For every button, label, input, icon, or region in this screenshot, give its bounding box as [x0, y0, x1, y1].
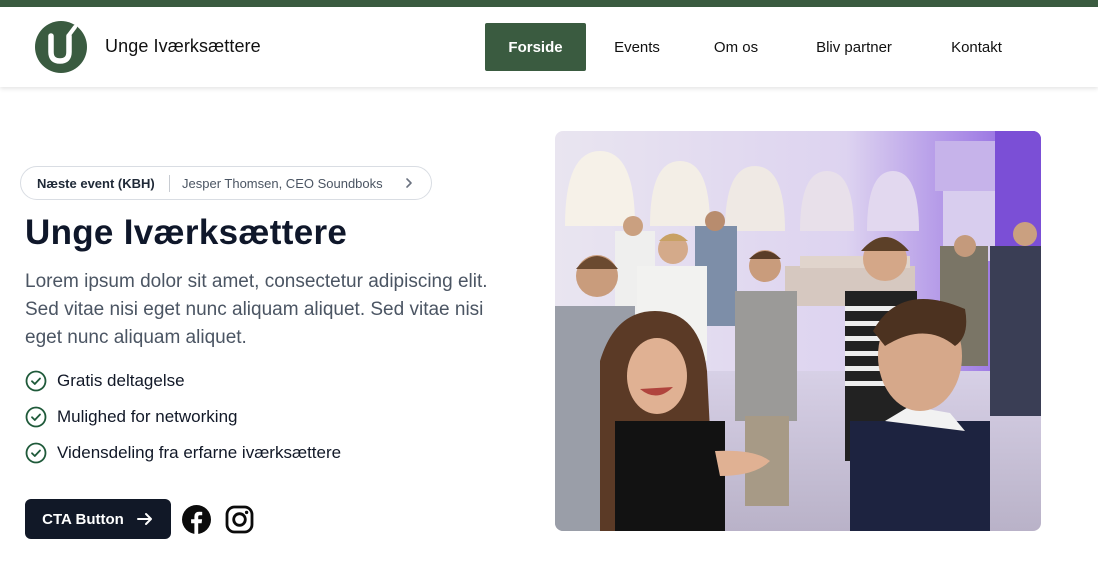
next-event-speaker: Jesper Thomsen, CEO Soundboks [182, 176, 383, 191]
logo-mark-icon [48, 25, 77, 64]
nav-item-om-os[interactable]: Om os [696, 23, 776, 71]
logo[interactable] [35, 21, 87, 73]
next-event-pill[interactable]: Næste event (KBH) Jesper Thomsen, CEO So… [20, 166, 432, 200]
cta-label: CTA Button [42, 510, 124, 528]
feature-label: Vidensdeling fra erfarne iværksættere [57, 443, 342, 462]
brand-name[interactable]: Unge Iværksættere [105, 36, 261, 57]
hero-lead: Lorem ipsum dolor sit amet, consectetur … [25, 271, 488, 348]
nav-item-forside[interactable]: Forside [485, 23, 586, 71]
nav-item-events[interactable]: Events [598, 23, 676, 71]
pill-divider [169, 175, 170, 192]
check-circle-icon [25, 406, 47, 428]
feature-item: Mulighed for networking [25, 406, 237, 428]
chevron-right-icon [406, 178, 412, 188]
hero-event-photo [555, 131, 1041, 531]
feature-label: Gratis deltagelse [57, 371, 185, 390]
nav-item-bliv-partner[interactable]: Bliv partner [796, 23, 912, 71]
check-circle-icon [25, 442, 47, 464]
arrow-right-icon [136, 513, 152, 525]
feature-label: Mulighed for networking [57, 407, 238, 426]
facebook-icon[interactable] [182, 505, 211, 534]
instagram-icon[interactable] [225, 505, 254, 534]
top-accent-bar [0, 0, 1098, 7]
hero-title: Unge Iværksættere [25, 213, 348, 252]
cta-button[interactable]: CTA Button [25, 499, 171, 539]
feature-item: Vidensdeling fra erfarne iværksættere [25, 442, 341, 464]
next-event-tag: Næste event (KBH) [37, 176, 155, 191]
nav-item-kontakt[interactable]: Kontakt [930, 23, 1023, 71]
feature-item: Gratis deltagelse [25, 370, 185, 392]
check-circle-icon [25, 370, 47, 392]
site-header: Unge Iværksættere Forside Events Om os B… [0, 7, 1098, 87]
